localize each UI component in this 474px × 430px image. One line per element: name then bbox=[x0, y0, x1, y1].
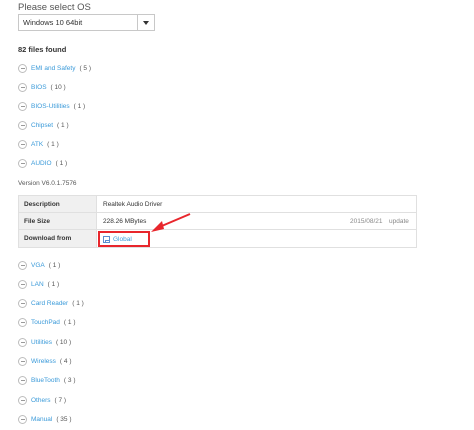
driver-details-table: Description Realtek Audio Driver File Si… bbox=[18, 195, 417, 248]
dropdown-toggle[interactable] bbox=[137, 15, 154, 30]
category-bios[interactable]: BIOS ( 10 ) bbox=[18, 81, 66, 93]
collapse-icon[interactable] bbox=[18, 395, 27, 405]
download-row: Download from Global bbox=[19, 230, 416, 247]
filesize-row: File Size 228.26 MBytes 2015/08/21 updat… bbox=[19, 213, 416, 230]
category-name[interactable]: BIOS-Utilities bbox=[31, 103, 70, 110]
driver-version: Version V6.0.1.7576 bbox=[18, 180, 77, 187]
category-count: ( 35 ) bbox=[56, 415, 72, 423]
category-name[interactable]: BIOS bbox=[31, 84, 47, 91]
category-name[interactable]: LAN bbox=[31, 281, 44, 288]
category-name[interactable]: Others bbox=[31, 397, 51, 404]
category-name[interactable]: TouchPad bbox=[31, 319, 60, 326]
collapse-icon[interactable] bbox=[18, 158, 27, 168]
category-wireless[interactable]: Wireless ( 4 ) bbox=[18, 355, 71, 367]
category-count: ( 10 ) bbox=[50, 83, 66, 91]
category-name[interactable]: EMI and Safety bbox=[31, 65, 75, 72]
download-icon bbox=[103, 235, 110, 243]
label-cell: File Size bbox=[19, 213, 97, 229]
collapse-icon[interactable] bbox=[18, 317, 27, 327]
os-select-value: Windows 10 64bit bbox=[23, 18, 83, 27]
description-label: Description bbox=[24, 201, 60, 208]
download-global-link[interactable]: Global bbox=[98, 231, 150, 247]
category-count: ( 1 ) bbox=[57, 121, 69, 129]
category-lan[interactable]: LAN ( 1 ) bbox=[18, 278, 59, 290]
label-cell: Description bbox=[19, 196, 97, 212]
filesize-value: 228.26 MBytes bbox=[103, 218, 147, 225]
category-count: ( 4 ) bbox=[59, 357, 72, 365]
category-count: ( 1 ) bbox=[47, 140, 59, 148]
category-count: ( 1 ) bbox=[63, 318, 76, 326]
collapse-icon[interactable] bbox=[18, 279, 27, 289]
category-count: ( 3 ) bbox=[63, 376, 76, 384]
label-cell: Download from bbox=[19, 230, 97, 247]
os-select-dropdown[interactable]: Windows 10 64bit bbox=[18, 14, 155, 31]
category-others[interactable]: Others ( 7 ) bbox=[18, 394, 66, 406]
chevron-down-icon bbox=[143, 21, 149, 25]
collapse-icon[interactable] bbox=[18, 82, 27, 92]
collapse-icon[interactable] bbox=[18, 414, 27, 424]
collapse-icon[interactable] bbox=[18, 337, 27, 347]
download-label: Download from bbox=[24, 235, 72, 242]
category-audio[interactable]: AUDIO ( 1 ) bbox=[18, 157, 67, 169]
category-vga[interactable]: VGA ( 1 ) bbox=[18, 259, 60, 271]
update-label: update bbox=[389, 218, 409, 225]
collapse-icon[interactable] bbox=[18, 356, 27, 366]
category-name[interactable]: Chipset bbox=[31, 122, 53, 129]
category-count: ( 1 ) bbox=[48, 261, 61, 269]
collapse-icon[interactable] bbox=[18, 120, 27, 130]
category-manual[interactable]: Manual ( 35 ) bbox=[18, 413, 72, 425]
collapse-icon[interactable] bbox=[18, 298, 27, 308]
category-name[interactable]: BlueTooth bbox=[31, 377, 60, 384]
collapse-icon[interactable] bbox=[18, 139, 27, 149]
collapse-icon[interactable] bbox=[18, 63, 27, 73]
collapse-icon[interactable] bbox=[18, 375, 27, 385]
category-bluetooth[interactable]: BlueTooth ( 3 ) bbox=[18, 374, 75, 386]
category-utilities[interactable]: Utilities ( 10 ) bbox=[18, 336, 71, 348]
category-name[interactable]: Manual bbox=[31, 416, 52, 423]
category-name[interactable]: Utilities bbox=[31, 339, 52, 346]
download-link-text[interactable]: Global bbox=[113, 236, 132, 243]
category-touchpad[interactable]: TouchPad ( 1 ) bbox=[18, 316, 75, 328]
category-card-reader[interactable]: Card Reader ( 1 ) bbox=[18, 297, 84, 309]
description-value: Realtek Audio Driver bbox=[103, 201, 163, 208]
category-emi-and-safety[interactable]: EMI and Safety ( 5 ) bbox=[18, 62, 91, 74]
category-name[interactable]: Wireless bbox=[31, 358, 56, 365]
category-atk[interactable]: ATK ( 1 ) bbox=[18, 138, 59, 150]
category-count: ( 1 ) bbox=[73, 102, 86, 110]
release-date: 2015/08/21 bbox=[350, 218, 383, 225]
category-name[interactable]: Card Reader bbox=[31, 300, 68, 307]
category-count: ( 1 ) bbox=[55, 159, 68, 167]
category-count: ( 1 ) bbox=[47, 280, 60, 288]
collapse-icon[interactable] bbox=[18, 260, 27, 270]
category-count: ( 7 ) bbox=[54, 396, 67, 404]
category-name[interactable]: VGA bbox=[31, 262, 45, 269]
category-chipset[interactable]: Chipset ( 1 ) bbox=[18, 119, 69, 131]
category-count: ( 1 ) bbox=[72, 299, 84, 307]
os-select-label: Please select OS bbox=[18, 2, 91, 13]
category-count: ( 5 ) bbox=[79, 64, 92, 72]
category-bios-utilities[interactable]: BIOS-Utilities ( 1 ) bbox=[18, 100, 85, 112]
category-name[interactable]: ATK bbox=[31, 141, 43, 148]
collapse-icon[interactable] bbox=[18, 101, 27, 111]
files-found-count: 82 files found bbox=[18, 45, 67, 54]
description-row: Description Realtek Audio Driver bbox=[19, 196, 416, 213]
category-count: ( 10 ) bbox=[55, 338, 72, 346]
category-name[interactable]: AUDIO bbox=[31, 160, 52, 167]
filesize-label: File Size bbox=[24, 218, 51, 225]
